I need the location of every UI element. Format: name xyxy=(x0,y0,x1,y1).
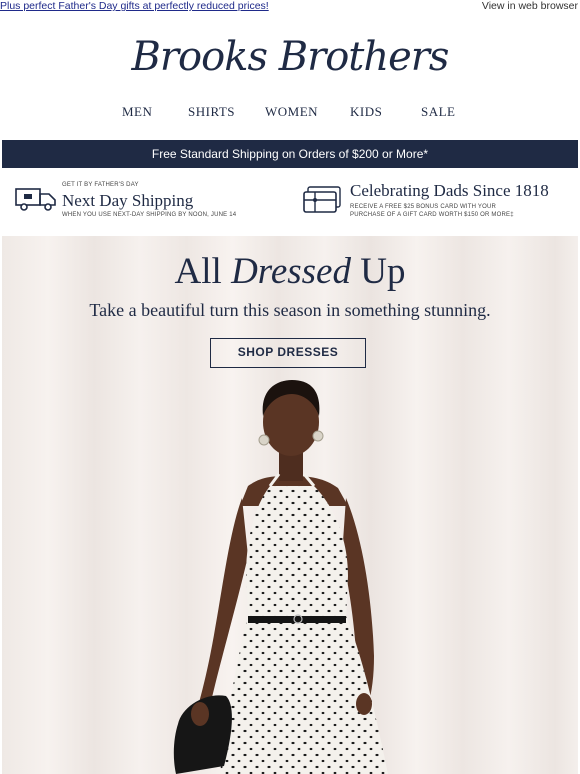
promo-eyebrow: GET IT BY FATHER'S DAY xyxy=(62,182,139,188)
nav-item-sale[interactable]: SALE xyxy=(421,104,456,120)
hero-banner[interactable]: All Dressed Up Take a beautiful turn thi… xyxy=(2,236,578,774)
nav-item-men[interactable]: MEN xyxy=(122,104,152,120)
main-nav: MEN SHIRTS WOMEN KIDS SALE xyxy=(0,104,580,122)
next-day-shipping-promo[interactable]: GET IT BY FATHER'S DAY Next Day Shipping… xyxy=(14,176,284,232)
promo-detail-line2: PURCHASE OF A GIFT CARD WORTH $150 OR MO… xyxy=(350,212,514,218)
nav-item-shirts[interactable]: SHIRTS xyxy=(188,104,235,120)
view-in-browser-link[interactable]: View in web browser xyxy=(482,0,578,12)
promo-title: Next Day Shipping xyxy=(62,191,194,210)
brand-logo[interactable]: Brooks Brothers xyxy=(0,34,580,80)
nav-item-kids[interactable]: KIDS xyxy=(350,104,382,120)
promo-detail-line1: RECEIVE A FREE $25 BONUS CARD WITH YOUR xyxy=(350,204,497,210)
nav-item-women[interactable]: WOMEN xyxy=(265,104,318,120)
preheader-offer-link[interactable]: Plus perfect Father's Day gifts at perfe… xyxy=(0,0,269,12)
preheader: Plus perfect Father's Day gifts at perfe… xyxy=(0,0,580,14)
promo-detail: WHEN YOU USE NEXT-DAY SHIPPING BY NOON, … xyxy=(62,212,237,218)
hero-subtitle: Take a beautiful turn this season in som… xyxy=(89,300,491,320)
promo-title: Celebrating Dads Since 1818 xyxy=(350,181,549,200)
free-shipping-banner[interactable]: Free Standard Shipping on Orders of $200… xyxy=(2,140,578,168)
gift-card-icon xyxy=(302,185,342,220)
delivery-truck-icon xyxy=(14,184,58,219)
hero-title: All Dressed Up xyxy=(174,251,406,292)
gift-card-promo[interactable]: Celebrating Dads Since 1818 RECEIVE A FR… xyxy=(302,176,572,232)
shop-dresses-button[interactable]: SHOP DRESSES xyxy=(210,338,366,368)
